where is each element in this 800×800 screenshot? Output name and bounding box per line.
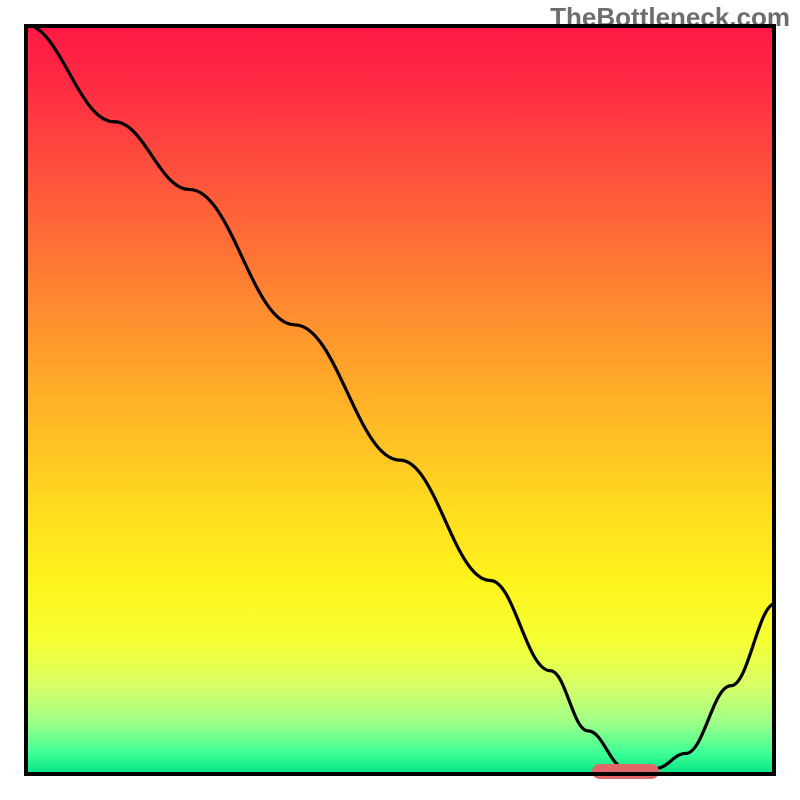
optimal-marker bbox=[592, 764, 660, 780]
bottleneck-curve bbox=[24, 24, 776, 768]
chart-container: TheBottleneck.com bbox=[0, 0, 800, 800]
curve-layer bbox=[24, 24, 776, 776]
plot-area bbox=[24, 24, 776, 776]
